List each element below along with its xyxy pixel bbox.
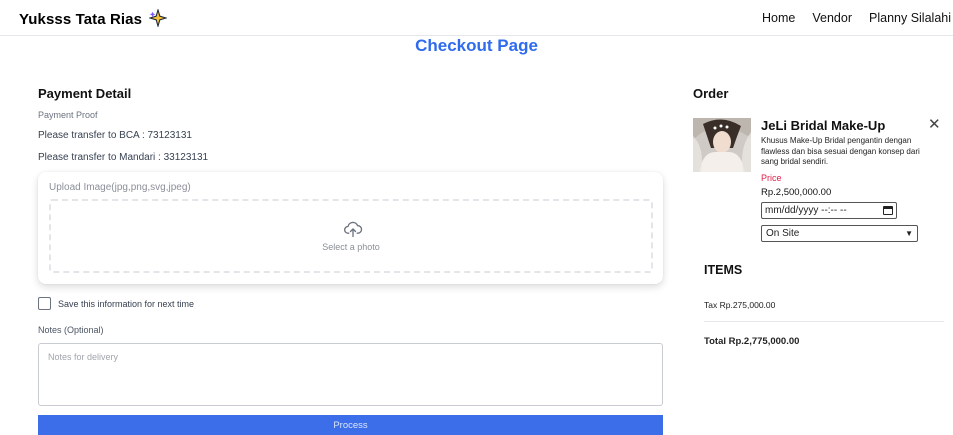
save-info-checkbox[interactable] (38, 297, 51, 310)
save-info-label: Save this information for next time (58, 298, 195, 309)
sparkle-icon (149, 9, 168, 27)
location-select[interactable]: On Site ▼ (761, 225, 918, 242)
process-button[interactable]: Process (38, 415, 663, 435)
select-photo-text: Select a photo (322, 242, 380, 252)
cloud-upload-icon (344, 221, 363, 238)
datetime-input[interactable]: mm/dd/yyyy --:-- -- (761, 202, 897, 219)
location-value: On Site (766, 228, 800, 239)
upload-card: Upload Image(jpg,png,svg,jpeg) Select a … (38, 172, 663, 284)
transfer-mandari-text: Please transfer to Mandari : 33123131 (38, 152, 209, 163)
product-description: Khusus Make-Up Bridal pengantin dengan f… (761, 136, 920, 166)
chevron-down-icon: ▼ (905, 229, 913, 238)
nav-links: Home Vendor Planny Silalahi (762, 11, 951, 25)
notes-textarea[interactable] (38, 343, 663, 406)
total-row: Total Rp.2,775,000.00 (704, 336, 800, 347)
brand-logo[interactable]: Yuksss Tata Rias (19, 9, 168, 28)
divider (704, 321, 944, 322)
items-heading: ITEMS (704, 263, 743, 277)
tax-row: Tax Rp.275,000.00 (704, 300, 776, 310)
datetime-value: mm/dd/yyyy --:-- -- (765, 205, 847, 216)
nav-home-link[interactable]: Home (762, 11, 795, 25)
order-heading: Order (693, 86, 729, 101)
price-label: Price (761, 173, 782, 183)
notes-label: Notes (Optional) (38, 325, 104, 335)
upload-label: Upload Image(jpg,png,svg,jpeg) (49, 182, 191, 193)
page-title: Checkout Page (415, 36, 538, 55)
brand-name: Yuksss Tata Rias (19, 11, 143, 28)
price-value: Rp.2,500,000.00 (761, 187, 832, 198)
payment-detail-heading: Payment Detail (38, 86, 132, 101)
nav-user-link[interactable]: Planny Silalahi (869, 11, 951, 25)
photo-dropzone[interactable]: Select a photo (49, 199, 653, 273)
nav-vendor-link[interactable]: Vendor (812, 11, 852, 25)
payment-proof-label: Payment Proof (38, 110, 98, 120)
navbar: Yuksss Tata Rias Home Vendor Planny Sila… (0, 0, 953, 36)
close-icon[interactable]: ✕ (928, 115, 941, 133)
save-info-row: Save this information for next time (38, 297, 194, 310)
product-name: JeLi Bridal Make-Up (761, 118, 886, 133)
transfer-bca-text: Please transfer to BCA : 73123131 (38, 130, 192, 141)
calendar-icon[interactable] (883, 206, 893, 215)
product-image (693, 118, 751, 172)
